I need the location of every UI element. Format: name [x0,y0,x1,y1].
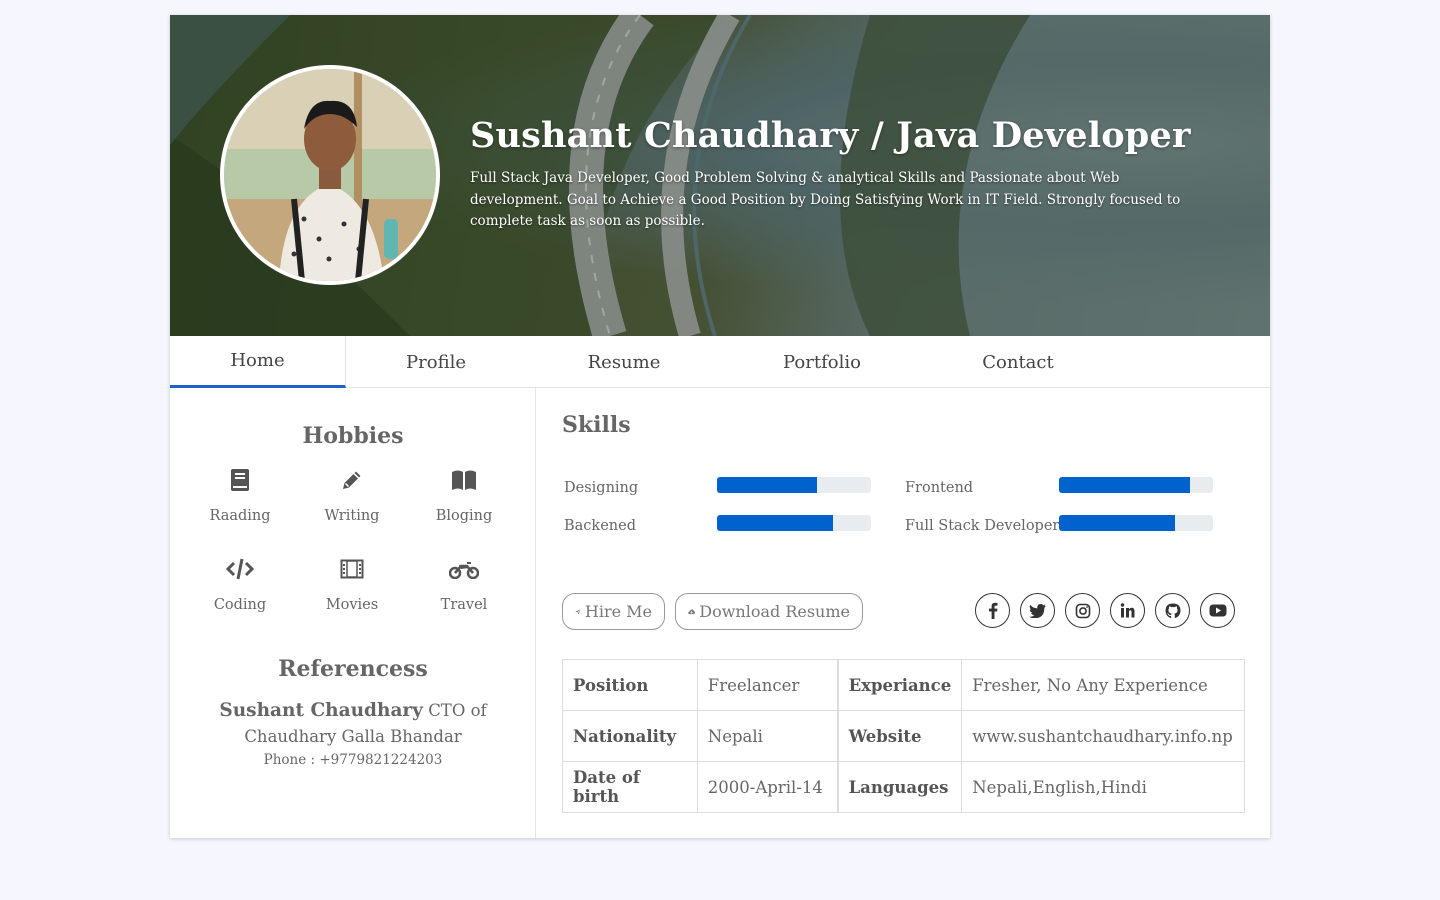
skill-progress-track [1059,515,1213,531]
hobby-label: Movies [325,597,379,613]
table-row: Nationality Nepali Website www.sushantch… [562,710,1245,762]
hobby-label: Travel [440,597,488,613]
experience-value: Fresher, No Any Experience [961,659,1245,711]
position-value: Freelancer [696,659,839,711]
hobby-label: Coding [213,597,267,613]
skill-backend: Backened [564,515,874,535]
profile-description: Full Stack Java Developer, Good Problem … [470,170,1181,229]
open-book-icon [408,465,520,495]
skill-progress-fill [1059,515,1175,531]
website-value[interactable]: www.sushantchaudhary.info.np [961,710,1245,762]
skill-progress-track [717,477,871,493]
hire-me-button[interactable]: Hire Me [562,593,665,630]
tab-profile[interactable]: Profile [346,336,526,388]
profile-avatar [220,65,440,285]
github-icon[interactable] [1155,593,1190,628]
youtube-icon[interactable] [1200,593,1235,628]
cloud-download-icon [688,608,695,614]
profile-name-title: Sushant Chaudhary / Java Developer [470,115,1191,156]
skill-name: Designing [564,480,639,496]
left-column: Hobbies Raading Writing Bloging Coding M… [170,388,536,838]
nav-tabs: Home Profile Resume Portfolio Contact [170,336,1270,388]
hobby-label: Bloging [435,508,493,524]
skill-progress-track [1059,477,1213,493]
profile-card: Sushant Chaudhary / Java Developer Full … [170,15,1270,838]
tab-home[interactable]: Home [170,336,346,388]
personal-info-table: Position Freelancer Experiance Fresher, … [562,659,1245,813]
skill-progress-fill [1059,477,1190,493]
languages-label: Languages [836,761,963,813]
skills-title: Skills [562,412,631,438]
references-section: Referencess Sushant Chaudhary CTO of Cha… [170,656,536,768]
right-column: Skills Designing Frontend Backened Full … [537,388,1270,838]
book-icon [184,465,296,495]
table-row: Date of birth 2000-April-14 Languages Ne… [562,761,1245,813]
skill-name: Full Stack Developer [905,518,1060,534]
film-icon [296,554,408,584]
website-label: Website [836,710,963,762]
skill-frontend: Frontend [905,477,1215,497]
hobbies-grid: Raading Writing Bloging Coding Movies Tr… [184,465,520,613]
hire-me-label: Hire Me [584,602,652,621]
tab-portfolio[interactable]: Portfolio [722,336,922,388]
hobby-item: Bloging [408,465,520,524]
dob-value: 2000-April-14 [696,761,839,813]
hobby-item: Writing [296,465,408,524]
skill-progress-fill [717,515,833,531]
hobby-item: Travel [408,554,520,613]
references-title: Referencess [278,656,428,682]
table-row: Position Freelancer Experiance Fresher, … [562,659,1245,711]
hobby-item: Raading [184,465,296,524]
dob-label: Date of birth [562,761,698,813]
experience-label: Experiance [836,659,963,711]
pencil-icon [296,465,408,495]
motorcycle-icon [408,554,520,584]
hobbies-title: Hobbies [302,423,404,449]
tab-contact[interactable]: Contact [922,336,1114,388]
download-resume-label: Download Resume [699,602,850,621]
hobby-item: Coding [184,554,296,613]
hobby-label: Writing [324,508,380,524]
hobby-item: Movies [296,554,408,613]
skill-name: Backened [564,518,636,534]
hobby-label: Raading [209,508,271,524]
facebook-icon[interactable] [975,593,1010,628]
position-label: Position [562,659,698,711]
reference-phone: Phone : +9779821224203 [263,752,443,768]
twitter-icon[interactable] [1020,593,1055,628]
tab-resume[interactable]: Resume [526,336,722,388]
reference-name: Sushant Chaudhary [219,700,423,721]
linkedin-icon[interactable] [1110,593,1145,628]
paper-plane-icon [575,608,581,615]
code-icon [184,554,296,584]
nationality-value: Nepali [696,710,839,762]
instagram-icon[interactable] [1065,593,1100,628]
languages-value: Nepali,English,Hindi [961,761,1245,813]
skill-name: Frontend [905,480,974,496]
skill-designing: Designing [564,477,874,497]
skill-progress-track [717,515,871,531]
download-resume-button[interactable]: Download Resume [675,593,863,630]
cover-header: Sushant Chaudhary / Java Developer Full … [170,15,1270,336]
nationality-label: Nationality [562,710,698,762]
skill-progress-fill [717,477,818,493]
reference-entry: Sushant Chaudhary CTO of Chaudhary Galla… [170,698,536,750]
skill-fullstack: Full Stack Developer [905,515,1215,535]
